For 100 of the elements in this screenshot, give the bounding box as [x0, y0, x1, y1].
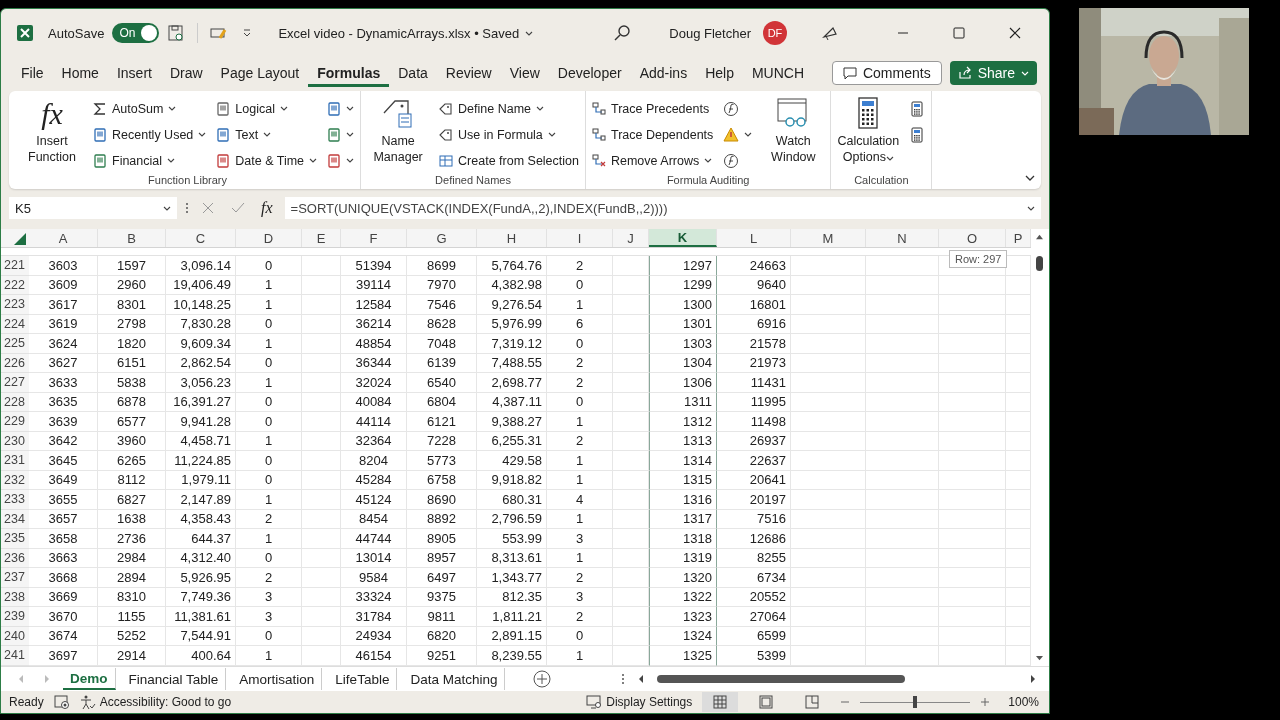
menu-tab[interactable]: View	[500, 59, 549, 87]
menu-tab[interactable]: File	[12, 59, 53, 87]
sheet-tab[interactable]: Financial Table	[121, 668, 227, 690]
row-number[interactable]: 226	[1, 353, 29, 373]
share-button[interactable]: Share	[949, 61, 1037, 85]
check-icon[interactable]	[231, 201, 245, 215]
menu-tab[interactable]: MUNCH	[742, 59, 814, 87]
column-header[interactable]: P	[1006, 229, 1031, 247]
zoom-in-icon[interactable]	[980, 697, 991, 707]
menu-tab[interactable]: Review	[436, 59, 501, 87]
ribbon-large-button[interactable]: Name Manager	[367, 95, 430, 174]
row-number[interactable]: 238	[1, 587, 29, 607]
accessibility-button[interactable]: Accessibility: Good to go	[79, 694, 232, 710]
menu-tab[interactable]: Help	[696, 59, 743, 87]
scroll-down-icon[interactable]	[1034, 655, 1044, 662]
row-number[interactable]: 223	[1, 295, 29, 315]
ribbon-large-button[interactable]: Watch Window	[762, 95, 825, 174]
ribbon-button[interactable]: Logical	[216, 98, 318, 119]
column-header[interactable]: B	[98, 229, 166, 247]
select-all-icon[interactable]	[13, 232, 27, 246]
scroll-right-icon[interactable]	[1029, 674, 1037, 684]
ribbon-button[interactable]: Financial	[93, 150, 207, 171]
document-title[interactable]: Excel video - DynamicArrays.xlsx • Saved	[278, 25, 534, 41]
maximize-icon[interactable]	[952, 26, 966, 40]
ribbon-button[interactable]: Use in Formula	[439, 124, 579, 145]
ribbon-button[interactable]: AutoSum	[93, 98, 207, 119]
add-sheet-icon[interactable]	[533, 670, 552, 688]
macro-record-icon[interactable]	[53, 694, 70, 710]
row-number[interactable]: 239	[1, 607, 29, 627]
user-avatar[interactable]: DF	[763, 21, 787, 45]
column-header[interactable]: L	[717, 229, 791, 247]
ribbon-button[interactable]: Create from Selection	[439, 150, 579, 171]
menu-tab[interactable]: Formulas	[308, 59, 390, 87]
row-number[interactable]: 225	[1, 334, 29, 354]
row-number[interactable]: 230	[1, 431, 29, 451]
menu-tab[interactable]: Home	[52, 59, 108, 87]
scroll-thumb[interactable]	[657, 675, 905, 683]
ribbon-button[interactable]: Text	[216, 124, 318, 145]
search-icon[interactable]	[613, 24, 632, 42]
scroll-thumb[interactable]	[1035, 256, 1043, 271]
column-header[interactable]: D	[236, 229, 302, 247]
ribbon-button[interactable]: Trace Dependents	[591, 124, 714, 145]
column-header[interactable]: G	[407, 229, 477, 247]
column-header[interactable]: O	[939, 229, 1006, 247]
normal-view-button[interactable]	[702, 692, 739, 712]
ribbon-button[interactable]: Define Name	[439, 98, 579, 119]
display-settings-button[interactable]: Display Settings	[586, 694, 693, 710]
ribbon-large-button[interactable]: Calculation Options	[837, 95, 900, 174]
customize-toolbar-icon[interactable]	[242, 28, 253, 38]
ribbon-button[interactable]: Recently Used	[93, 124, 207, 145]
scroll-left-icon[interactable]	[637, 674, 645, 684]
column-header[interactable]: C	[166, 229, 236, 247]
ribbon-button[interactable]: Trace Precedents	[591, 98, 714, 119]
menu-tab[interactable]: Insert	[107, 59, 161, 87]
row-number[interactable]: 231	[1, 451, 29, 471]
row-number[interactable]: 229	[1, 412, 29, 432]
collapse-ribbon-icon[interactable]	[1025, 175, 1035, 181]
row-number[interactable]: 236	[1, 548, 29, 568]
column-header[interactable]: F	[341, 229, 407, 247]
more-icon[interactable]	[621, 672, 625, 686]
row-number[interactable]: 222	[1, 275, 29, 295]
row-number[interactable]: 228	[1, 392, 29, 412]
menu-tab[interactable]: Add-ins	[630, 59, 697, 87]
zoom-level[interactable]: 100%	[1008, 695, 1039, 709]
column-header[interactable]: E	[302, 229, 341, 247]
row-number[interactable]: 227	[1, 373, 29, 393]
row-number[interactable]: 235	[1, 529, 29, 549]
menu-tab[interactable]: Page Layout	[211, 59, 309, 87]
scroll-up-icon[interactable]	[1034, 233, 1044, 240]
ribbon-large-button[interactable]: fx Insert Function	[21, 95, 83, 174]
column-header[interactable]: N	[866, 229, 939, 247]
sheet-tab[interactable]: Data Matching	[403, 668, 506, 690]
row-number[interactable]: 233	[1, 490, 29, 510]
row-number[interactable]: 237	[1, 568, 29, 588]
row-number[interactable]: 240	[1, 626, 29, 646]
formula-input[interactable]: =SORT(UNIQUE(VSTACK(INDEX(FundA,,2),INDEX(FundB,,2))))	[284, 197, 1041, 219]
menu-tab[interactable]: Data	[389, 59, 437, 87]
row-number[interactable]: 232	[1, 470, 29, 490]
column-header[interactable]: I	[547, 229, 613, 247]
menu-tab[interactable]: Developer	[548, 59, 631, 87]
column-header[interactable]: K	[649, 229, 717, 247]
ribbon-button[interactable]: Remove Arrows	[591, 150, 714, 171]
save-icon[interactable]	[167, 24, 186, 42]
expand-icon[interactable]	[1027, 205, 1035, 211]
zoom-slider-thumb[interactable]	[913, 696, 918, 708]
column-header[interactable]: M	[791, 229, 866, 247]
column-header[interactable]: A	[29, 229, 98, 247]
sheet-tab[interactable]: Amortisation	[232, 668, 323, 690]
ribbon-icon-button[interactable]	[909, 98, 926, 119]
more-icon[interactable]	[185, 201, 189, 215]
row-number[interactable]: 221	[1, 256, 29, 276]
insert-function-button[interactable]: fx	[257, 199, 277, 217]
close-icon[interactable]	[1008, 26, 1022, 40]
ribbon-button[interactable]: Date & Time	[216, 150, 318, 171]
sheet-tab[interactable]: LifeTable	[328, 668, 398, 690]
ribbon-icon-button[interactable]	[909, 124, 926, 145]
column-header[interactable]: H	[477, 229, 547, 247]
row-number[interactable]: 241	[1, 646, 29, 666]
name-box[interactable]: K5	[9, 197, 177, 219]
comments-button[interactable]: Comments	[831, 61, 942, 85]
